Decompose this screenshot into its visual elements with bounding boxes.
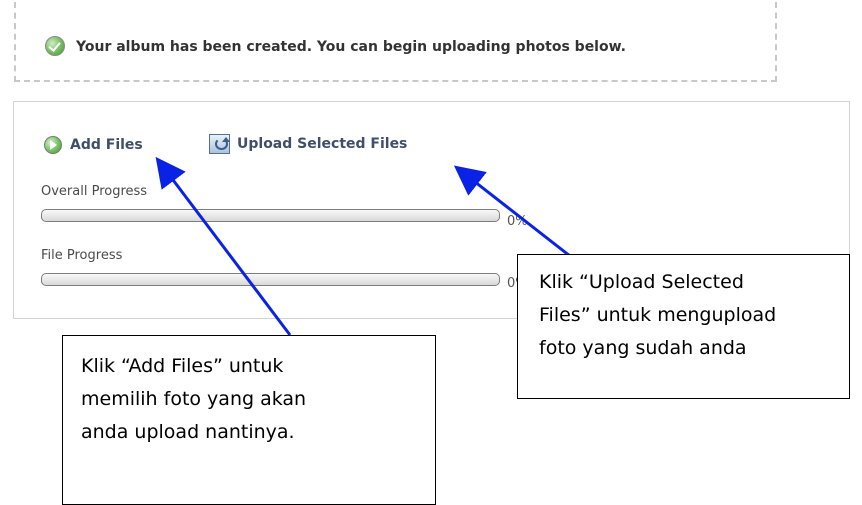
upload-selected-files-label: Upload Selected Files xyxy=(237,136,408,152)
success-check-icon xyxy=(45,36,65,56)
upload-selected-callout: Klik “Upload Selected Files” untuk mengu… xyxy=(517,254,850,399)
success-message: Your album has been created. You can beg… xyxy=(76,39,626,55)
add-files-label: Add Files xyxy=(70,137,143,153)
upload-icon xyxy=(209,134,230,154)
overall-progress-bar xyxy=(41,209,500,222)
upload-callout-line-2: Files” untuk mengupload xyxy=(539,304,777,326)
add-callout-line-3: anda upload nantinya. xyxy=(81,421,295,443)
add-files-button[interactable]: Add Files xyxy=(44,136,143,154)
add-files-callout: Klik “Add Files” untuk memilih foto yang… xyxy=(62,335,436,505)
add-callout-line-2: memilih foto yang akan xyxy=(81,388,307,410)
upload-callout-line-3: foto yang sudah anda xyxy=(539,337,747,359)
file-progress-label: File Progress xyxy=(41,248,123,263)
upload-callout-line-1: Klik “Upload Selected xyxy=(539,271,744,293)
upload-selected-files-button[interactable]: Upload Selected Files xyxy=(209,134,407,154)
add-circle-icon xyxy=(44,136,62,154)
file-progress-bar xyxy=(41,273,500,286)
overall-progress-label: Overall Progress xyxy=(41,184,148,199)
overall-progress-percent: 0% xyxy=(507,214,528,229)
add-callout-line-1: Klik “Add Files” untuk xyxy=(81,355,284,377)
